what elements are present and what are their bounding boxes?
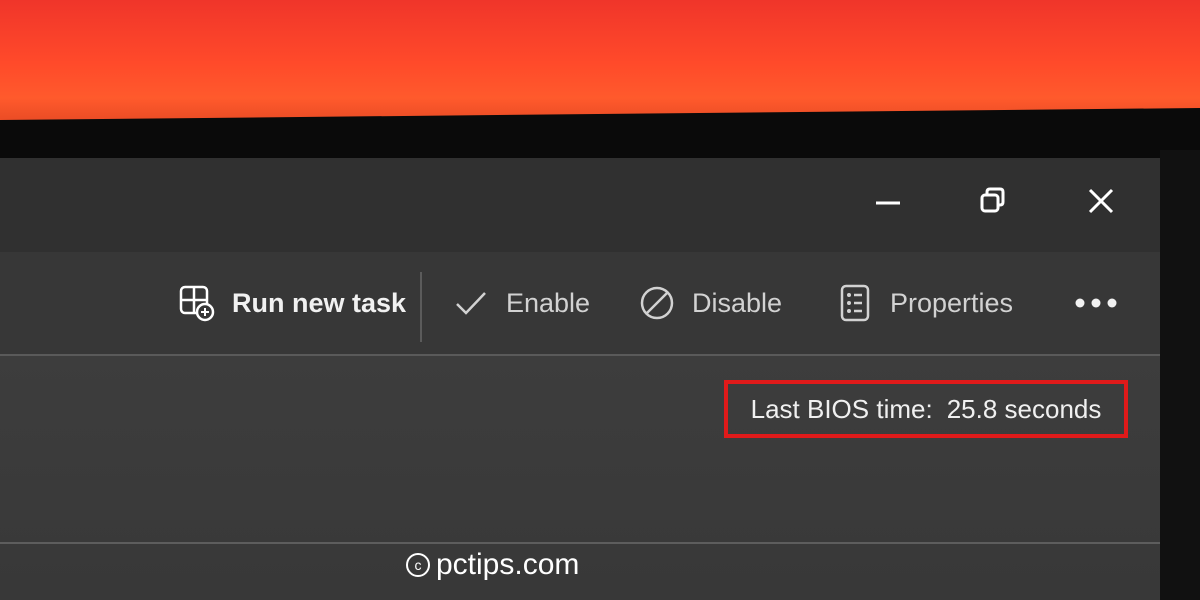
minimize-button[interactable]	[858, 172, 918, 232]
watermark: c pctips.com	[406, 548, 579, 582]
task-manager-window: Run new task Enable Disable Properties L…	[0, 158, 1160, 600]
properties-icon	[840, 284, 870, 322]
command-separator	[420, 272, 422, 342]
disable-button[interactable]: Disable	[638, 280, 782, 326]
properties-button[interactable]: Properties	[836, 280, 1013, 326]
more-options-button[interactable]	[1072, 280, 1120, 326]
bios-time-highlight: Last BIOS time: 25.8 seconds	[724, 380, 1128, 438]
more-icon	[1075, 298, 1117, 308]
title-bar	[0, 158, 1160, 252]
disable-icon	[640, 286, 674, 320]
watermark-text: pctips.com	[436, 548, 580, 581]
enable-button[interactable]: Enable	[452, 280, 590, 326]
close-button[interactable]	[1072, 172, 1132, 232]
command-bar: Run new task Enable Disable Properties	[0, 252, 1160, 356]
minimize-icon	[876, 201, 900, 205]
details-panel: Last BIOS time: 25.8 seconds	[0, 356, 1160, 600]
bios-time-label: Last BIOS time:	[750, 393, 933, 424]
checkmark-icon	[456, 292, 486, 315]
run-task-icon	[179, 285, 215, 322]
copyright-icon: c	[406, 553, 430, 577]
disable-label: Disable	[692, 287, 783, 318]
monitor-edge	[1160, 150, 1200, 600]
properties-label: Properties	[890, 287, 1014, 318]
run-new-task-button[interactable]: Run new task	[178, 280, 406, 326]
enable-label: Enable	[506, 287, 591, 318]
run-new-task-label: Run new task	[232, 287, 407, 318]
restore-button[interactable]	[962, 172, 1022, 232]
close-icon	[1088, 188, 1114, 214]
panel-divider	[0, 542, 1160, 544]
bios-time-value: 25.8 seconds	[946, 393, 1102, 424]
restore-icon	[980, 187, 1005, 213]
